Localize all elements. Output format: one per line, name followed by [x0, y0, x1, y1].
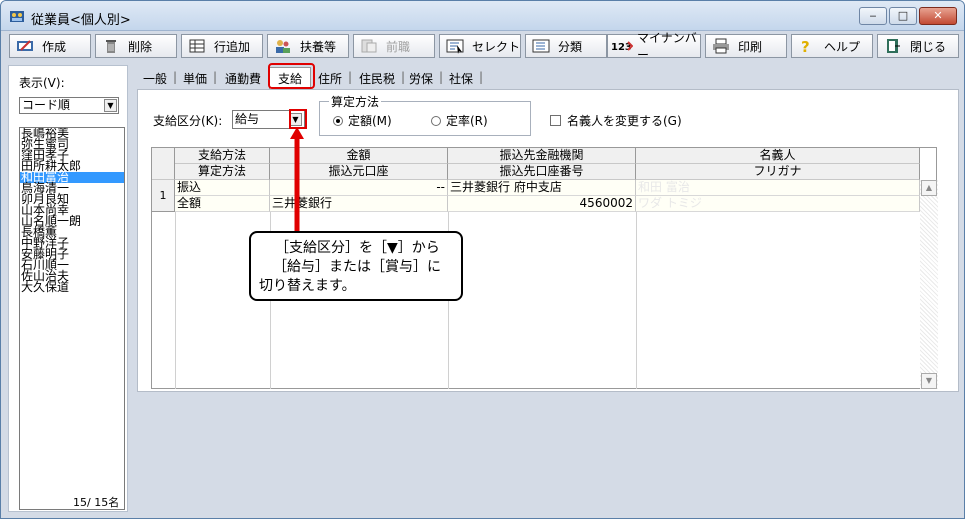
- minimize-icon: ‒: [869, 9, 877, 22]
- close-book-icon: [887, 39, 900, 53]
- app-icon: [10, 11, 24, 22]
- radio-fixed-amount[interactable]: 定額(M): [333, 112, 392, 129]
- cell-furigana[interactable]: ワダ トミジ: [636, 196, 920, 212]
- callout-line-2: ［給与］または［賞与］に: [273, 259, 441, 275]
- header-account-holder: 名義人: [636, 148, 920, 164]
- tab-labor-insurance[interactable]: 労保: [409, 70, 433, 87]
- sort-order-select[interactable]: コード順 ▼: [19, 97, 119, 114]
- printer-icon: [713, 38, 729, 54]
- cell-bank[interactable]: 三井菱銀行 府中支店: [448, 180, 636, 196]
- instruction-callout: ［支給区分］を［▼］から ［給与］または［賞与］に 切り替えます。: [249, 231, 463, 301]
- radio-unselected-icon: [431, 115, 441, 126]
- chevron-down-icon[interactable]: ▼: [104, 99, 117, 112]
- add-row-icon: [189, 39, 205, 53]
- tab-unit-price[interactable]: 単価: [183, 70, 207, 87]
- employee-list-item[interactable]: 大久保道: [20, 281, 124, 293]
- grid-header: 支給方法 金額 振込先金融機関 名義人 算定方法 振込元口座 振込先口座番号 フ…: [152, 148, 920, 180]
- select-icon: [446, 39, 464, 54]
- radio-fixed-rate[interactable]: 定率(R): [431, 112, 488, 129]
- pay-type-label: 支給区分(K):: [153, 114, 223, 128]
- select-button[interactable]: セレクト: [439, 34, 521, 58]
- cell-account-holder[interactable]: 和田 富治: [636, 180, 920, 196]
- close-icon: ✕: [933, 9, 943, 22]
- header-account-number: 振込先口座番号: [448, 164, 636, 180]
- tab-general[interactable]: 一般: [143, 70, 167, 87]
- maximize-button[interactable]: □: [889, 7, 917, 25]
- tab-commute[interactable]: 通勤費: [225, 70, 261, 87]
- category-button[interactable]: 分類: [525, 34, 607, 58]
- trash-icon: [106, 40, 116, 53]
- employee-panel: 表示(V): コード順 ▼ 長嶋裕美 弥生蜜司 窪田孝子 田所耕太郎 和田富治 鳥海清一卯…: [8, 65, 128, 512]
- display-label: 表示(V):: [19, 76, 65, 90]
- maximize-icon: □: [897, 9, 909, 22]
- employee-list[interactable]: 長嶋裕美 弥生蜜司 窪田孝子 田所耕太郎 和田富治 鳥海清一 卯月良知 山本尚幸 山名順一朗 長橋…: [19, 127, 125, 510]
- my-number-icon: 123: [611, 41, 633, 53]
- help-icon: ?: [801, 38, 810, 54]
- sort-order-value: コード順: [22, 98, 71, 112]
- dependents-button[interactable]: 扶養等: [267, 34, 349, 58]
- cell-calc-method[interactable]: 全額: [175, 196, 270, 212]
- minimize-button[interactable]: ‒: [859, 7, 887, 25]
- help-button[interactable]: ? ヘルプ: [791, 34, 873, 58]
- callout-line-1: ［支給区分］を［▼］から: [275, 240, 440, 256]
- svg-text:?: ?: [801, 38, 810, 54]
- create-icon: [17, 40, 33, 51]
- close-button[interactable]: 閉じる: [877, 34, 959, 58]
- calc-method-group: 算定方法 定額(M) 定率(R): [319, 93, 531, 136]
- prev-job-button[interactable]: 前職: [353, 34, 435, 58]
- cell-account-number[interactable]: 4560002: [448, 196, 636, 212]
- add-row-button[interactable]: 行追加: [181, 34, 263, 58]
- pay-type-value: 給与: [235, 112, 260, 126]
- my-number-button[interactable]: 123 マイナンバー: [607, 31, 701, 62]
- header-furigana: フリガナ: [636, 164, 920, 180]
- category-icon: [532, 39, 550, 53]
- header-bank: 振込先金融機関: [448, 148, 636, 164]
- grid-scrollbar[interactable]: ▲ ▼: [921, 180, 937, 389]
- callout-arrow: [290, 127, 304, 233]
- calc-method-legend: 算定方法: [329, 93, 382, 110]
- close-window-button[interactable]: ✕: [919, 7, 957, 25]
- print-button[interactable]: 印刷: [705, 34, 787, 58]
- prev-job-icon: [361, 39, 377, 53]
- tab-highlight-frame: [268, 63, 315, 89]
- tab-strip: 一般 | 単価 | 通勤費 支給 住所 | 住民税 | 労保 | 社保 |: [137, 67, 957, 89]
- header-pay-method: 支給方法: [175, 148, 270, 164]
- employee-window: 従業員<個人別> ‒ □ ✕ 作成 削除 行追加 扶養等 前職 セレクト 分類 …: [0, 0, 965, 519]
- callout-line-3: 切り替えます。: [259, 278, 356, 294]
- create-button[interactable]: 作成: [9, 34, 91, 58]
- tab-resident-tax[interactable]: 住民税: [359, 70, 395, 87]
- row-number: 1: [152, 180, 175, 212]
- delete-button[interactable]: 削除: [95, 34, 177, 58]
- title-bar: 従業員<個人別> ‒ □ ✕: [1, 1, 964, 31]
- employee-count: 15/ 15名: [73, 496, 120, 509]
- toolbar: 作成 削除 行追加 扶養等 前職 セレクト 分類 123 マイナンバー 印刷 ?…: [3, 31, 963, 62]
- change-name-label: 名義人を変更する(G): [567, 114, 682, 128]
- tab-address[interactable]: 住所: [318, 70, 342, 87]
- tab-social-insurance[interactable]: 社保: [449, 70, 473, 87]
- dependents-icon: [276, 40, 290, 53]
- scroll-up-icon[interactable]: ▲: [921, 180, 937, 196]
- cell-pay-method[interactable]: 振込: [175, 180, 270, 196]
- radio-selected-icon: [333, 115, 343, 126]
- scroll-down-icon[interactable]: ▼: [921, 373, 937, 389]
- change-name-checkbox[interactable]: 名義人を変更する(G): [550, 112, 682, 129]
- checkbox-icon: [550, 115, 561, 126]
- header-calc-method: 算定方法: [175, 164, 270, 180]
- window-title: 従業員<個人別>: [31, 13, 131, 28]
